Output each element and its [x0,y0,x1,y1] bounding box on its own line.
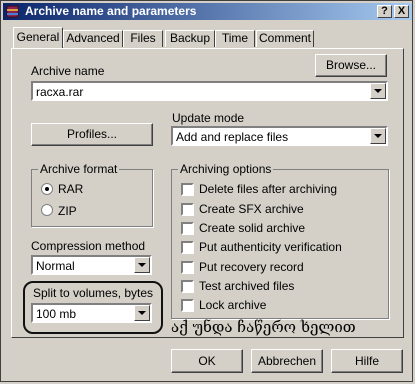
zip-radio[interactable] [41,204,53,216]
rar-label: RAR [58,182,84,196]
recovery-record-checkbox[interactable] [181,261,194,274]
tab-time[interactable]: Time [215,30,255,47]
authenticity-label: Put authenticity verification [199,240,342,254]
lock-archive-label: Lock archive [199,298,267,312]
help-button[interactable]: Hilfe [331,349,403,373]
rar-radio[interactable] [41,183,53,195]
split-volumes-select[interactable]: 100 mb [31,303,152,323]
split-volumes-dropdown-button[interactable] [134,305,150,321]
compression-select[interactable]: Normal [31,255,152,275]
delete-files-checkbox[interactable] [181,183,194,196]
update-mode-label: Update mode [172,111,245,125]
split-volumes-label: Split to volumes, bytes [33,286,154,300]
window-title: Archive name and parameters [25,4,197,18]
chevron-down-icon [374,89,382,93]
archive-name-label: Archive name [31,64,105,78]
compression-label: Compression method [31,239,146,253]
profiles-button[interactable]: Profiles... [31,123,153,146]
tab-general[interactable]: General [13,27,63,48]
zip-label: ZIP [58,204,77,218]
chevron-down-icon [138,263,146,267]
archive-name-input[interactable]: racxa.rar [31,81,388,101]
recovery-record-label: Put recovery record [199,260,304,274]
chevron-down-icon [374,134,382,138]
tab-backup[interactable]: Backup [165,30,215,47]
compression-dropdown-button[interactable] [134,257,150,273]
delete-files-label: Delete files after archiving [199,182,338,196]
archive-name-dropdown-button[interactable] [370,83,386,99]
archiving-options-title: Archiving options [178,162,274,176]
help-title-button[interactable]: ? [377,5,392,18]
compression-value: Normal [36,259,75,273]
create-sfx-label: Create SFX archive [199,202,304,216]
tab-files[interactable]: Files [123,30,163,47]
chevron-down-icon [138,311,146,315]
ok-button[interactable]: OK [171,349,243,373]
authenticity-checkbox[interactable] [181,241,194,254]
handwritten-annotation: აქ უნდა ჩაწერო ხელით [171,318,356,336]
test-files-label: Test archived files [199,279,295,293]
test-files-checkbox[interactable] [181,280,194,293]
create-solid-checkbox[interactable] [181,222,194,235]
archive-format-title: Archive format [38,162,120,176]
archive-name-value: racxa.rar [36,85,84,99]
update-mode-dropdown-button[interactable] [370,128,386,144]
radio-dot [45,187,49,191]
split-volumes-value: 100 mb [36,307,77,321]
archive-format-group: Archive format [31,162,153,227]
update-mode-select[interactable]: Add and replace files [171,126,388,146]
dialog-window: Archive name and parameters ? X General … [0,0,413,382]
create-solid-label: Create solid archive [199,221,306,235]
close-button[interactable]: X [394,5,409,18]
update-mode-value: Add and replace files [176,130,289,144]
tab-advanced[interactable]: Advanced [63,30,123,47]
browse-button[interactable]: Browse... [315,54,387,77]
create-sfx-checkbox[interactable] [181,203,194,216]
tab-comment[interactable]: Comment [256,30,314,47]
title-bar: Archive name and parameters ? X [3,3,412,20]
winrar-icon [6,5,19,18]
lock-archive-checkbox[interactable] [181,299,194,312]
cancel-button[interactable]: Abbrechen [251,349,323,373]
